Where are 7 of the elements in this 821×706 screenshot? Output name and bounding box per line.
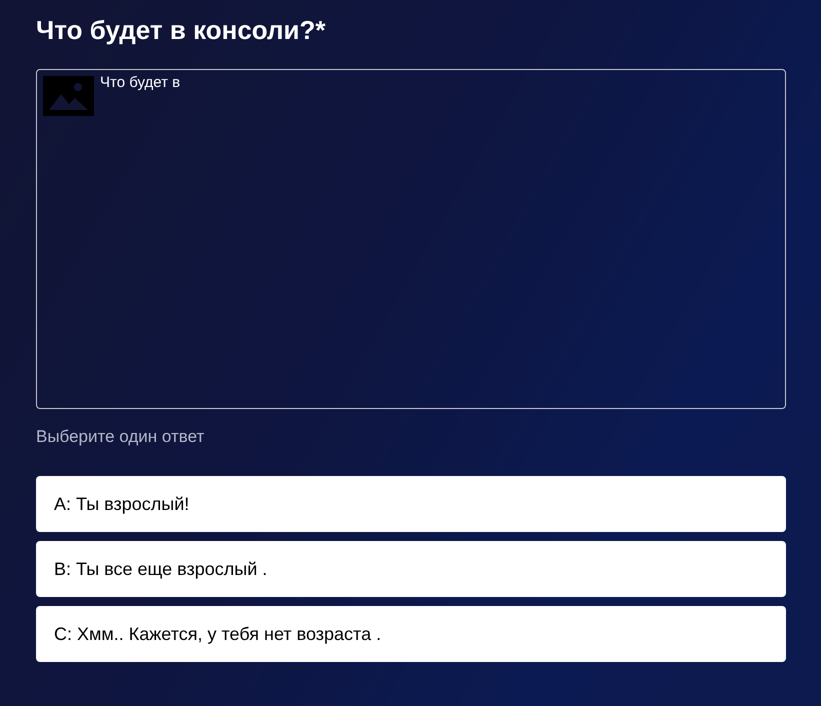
question-title: Что будет в консоли?* xyxy=(36,14,326,47)
answer-hint: Выберите один ответ xyxy=(36,426,204,448)
answer-option[interactable]: A: Ты взрослый! xyxy=(36,476,786,532)
answer-option[interactable]: B: Ты все еще взрослый . xyxy=(36,541,786,597)
answer-option[interactable]: C: Хмм.. Кажется, у тебя нет возраста . xyxy=(36,606,786,662)
broken-image-icon xyxy=(43,76,94,116)
image-alt-text: Что будет в xyxy=(100,74,180,92)
